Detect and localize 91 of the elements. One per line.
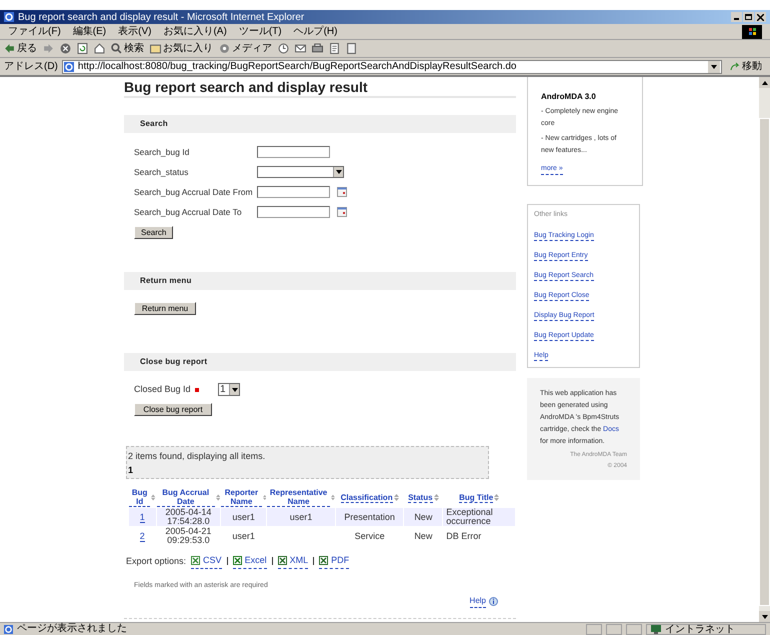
address-field[interactable]: http://localhost:8080/bug_tracking/BugReportSearch/BugReportSearchAndDisplayResultSearch.do	[62, 60, 722, 74]
menu-item[interactable]: ファイル(F)	[8, 24, 61, 39]
table-cell: New	[414, 512, 432, 522]
info-icon[interactable]	[489, 597, 498, 606]
arrow-left-icon	[4, 43, 15, 54]
envelope-icon[interactable]	[295, 43, 306, 54]
refresh-icon[interactable]	[77, 43, 88, 54]
export-link[interactable]: PDF	[319, 554, 350, 568]
column-header-link[interactable]: Status	[408, 492, 433, 502]
section-header: Search	[124, 115, 516, 133]
page-number: 1	[128, 464, 134, 474]
minimize-button[interactable]	[731, 12, 742, 22]
column-header-link[interactable]: Reporter Name	[221, 488, 262, 507]
document-icon[interactable]	[329, 43, 340, 54]
csv-file-icon	[191, 556, 200, 566]
toolbar-button[interactable]: 検索	[111, 41, 144, 56]
excel-file-icon	[232, 556, 242, 566]
table-cell: user1	[232, 530, 255, 540]
arrow-icon	[730, 62, 740, 72]
intranet-icon	[651, 624, 661, 634]
film-reel-icon	[219, 43, 230, 54]
table-cell: Presentation	[344, 512, 395, 522]
zone-text: イントラネット	[665, 624, 735, 634]
stop-icon[interactable]	[60, 43, 71, 54]
toolbar-button[interactable]: 戻る	[4, 41, 37, 56]
home-icon[interactable]	[94, 43, 105, 54]
column-header-link[interactable]: Classification	[340, 492, 393, 502]
search-icon	[111, 43, 122, 54]
address-label: アドレス(D)	[4, 60, 58, 74]
export-link[interactable]: XML	[278, 554, 308, 568]
page-icon	[4, 624, 13, 634]
field-label: Search_status	[134, 166, 190, 178]
column-header-link[interactable]: Representative Name	[267, 488, 330, 507]
menu-item[interactable]: 編集(E)	[72, 24, 106, 39]
table-cell: Service	[354, 530, 385, 540]
field-label: Closed Bug Id	[134, 382, 191, 396]
menu-item[interactable]: ツール(T)	[238, 24, 282, 39]
menu-item[interactable]: ヘルプ(H)	[294, 24, 338, 39]
table-cell: DB Error	[446, 530, 482, 540]
calendar-icon[interactable]	[337, 207, 347, 217]
button[interactable]: Search	[134, 226, 174, 239]
menu-item[interactable]: お気に入り(A)	[163, 24, 227, 39]
column-header-link[interactable]: Bug Accrual Date	[156, 488, 215, 507]
row-link[interactable]: 2	[140, 530, 145, 542]
printer-icon[interactable]	[312, 43, 323, 54]
maximize-button[interactable]	[743, 12, 754, 22]
xml-file-icon	[278, 556, 287, 566]
notepad-icon[interactable]	[346, 43, 357, 54]
table-cell: user1	[290, 512, 312, 522]
field-label: Search_bug Id	[134, 146, 190, 158]
row-link[interactable]: 1	[140, 512, 145, 522]
button[interactable]: Return menu	[134, 302, 196, 315]
dropdown[interactable]	[257, 166, 344, 178]
input-field[interactable]	[257, 206, 330, 218]
go-button[interactable]: 移動	[726, 59, 766, 74]
windows-logo-icon	[742, 24, 762, 38]
dropdown[interactable]: 1	[218, 383, 240, 396]
export-link[interactable]: CSV	[191, 554, 222, 568]
window-title: Bug report search and display result - Microsoft Internet Explorer	[18, 10, 306, 24]
pdf-file-icon	[319, 556, 328, 566]
browser-icon	[4, 12, 14, 22]
input-field[interactable]	[257, 186, 330, 198]
table-cell: Exceptional occurrence	[446, 507, 493, 526]
news-title: AndroMDA 3.0	[541, 91, 597, 103]
result-summary: 2 items found, displaying all items.	[128, 450, 266, 460]
toolbar-button[interactable]: お気に入り	[150, 41, 213, 56]
page-heading: Bug report search and display result	[124, 77, 516, 98]
toolbar-button[interactable]: メディア	[219, 41, 272, 56]
calendar-icon[interactable]	[337, 187, 347, 197]
status-text: ページが表示されました	[17, 623, 128, 635]
help-link[interactable]: Help	[470, 595, 486, 608]
column-header-link[interactable]: Bug Id	[129, 488, 150, 507]
section-header: Return menu	[124, 272, 516, 290]
export-link[interactable]: Excel	[232, 554, 267, 568]
table-cell: 2005-04-21 09:29:53.0	[165, 526, 212, 545]
page-icon	[64, 62, 74, 72]
export-label: Export options:	[126, 554, 186, 568]
table-cell: 2005-04-14 17:54:28.0	[165, 507, 212, 526]
clock-icon[interactable]	[278, 43, 289, 54]
button[interactable]: Close bug report	[134, 403, 212, 416]
table-cell: New	[414, 530, 432, 540]
column-header-link[interactable]: Bug Title	[459, 492, 494, 502]
folder-icon	[150, 43, 161, 54]
scrollbar[interactable]	[759, 77, 770, 622]
field-label: Search_bug Accrual Date From	[134, 186, 254, 198]
field-label: Search_bug Accrual Date To	[134, 206, 243, 218]
table-cell: user1	[232, 512, 255, 522]
input-field[interactable]	[257, 146, 330, 158]
close-button[interactable]	[755, 12, 766, 22]
section-header: Close bug report	[124, 353, 516, 371]
menu-item[interactable]: 表示(V)	[118, 24, 152, 39]
